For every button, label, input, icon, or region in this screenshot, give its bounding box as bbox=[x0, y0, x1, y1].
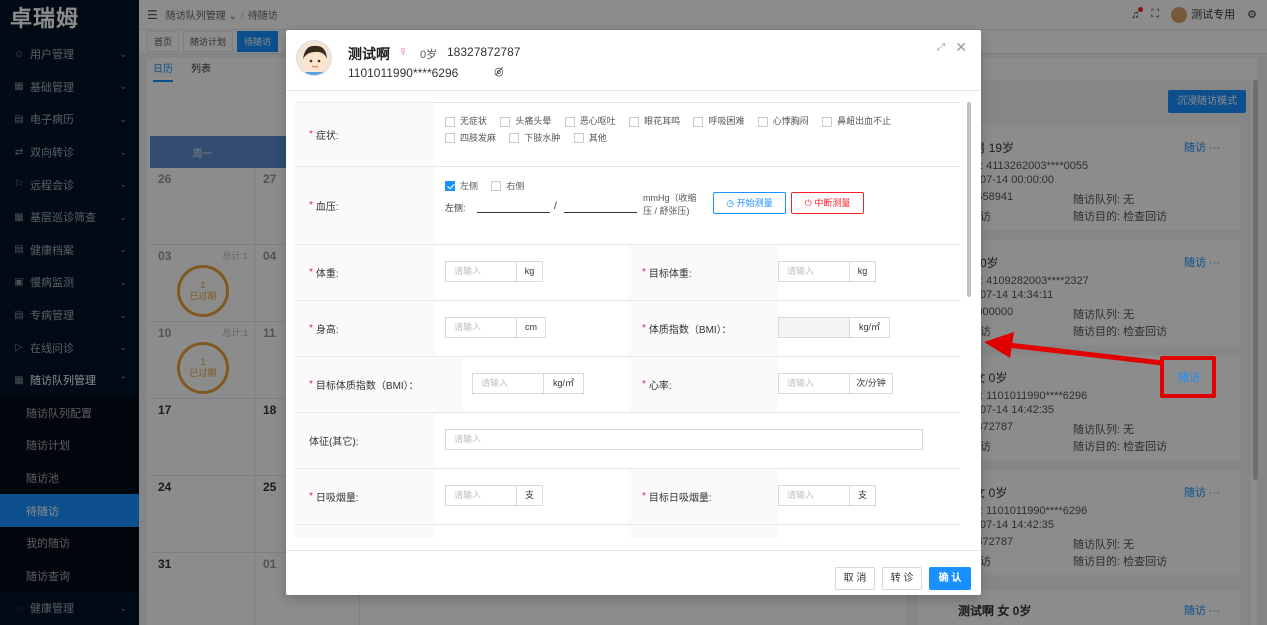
start-measure-button[interactable]: ◷ 开始测量 bbox=[713, 192, 786, 214]
form-row-other-signs: 体征(其它): 请输入 bbox=[295, 413, 960, 469]
bmi-input bbox=[778, 317, 850, 338]
checkbox-symptom[interactable]: 眼花耳鸣 bbox=[629, 114, 680, 129]
form-row-height: * 身高: 请输入 cm * 体质指数（BMI）： kg/㎡ bbox=[295, 301, 960, 357]
patient-phone: 18327872787 bbox=[447, 45, 521, 59]
cancel-button[interactable]: 取 消 bbox=[835, 567, 875, 590]
power-icon: ⏻ bbox=[804, 198, 812, 208]
checkbox-symptom[interactable]: 其他 bbox=[573, 131, 607, 146]
weight-input[interactable]: 请输入 bbox=[445, 261, 517, 282]
checkbox-symptom[interactable]: 恶心呕吐 bbox=[564, 114, 616, 129]
eye-hide-icon[interactable]: ◎̸ bbox=[494, 65, 504, 78]
patient-id-number: 1101011990****6296 bbox=[348, 66, 459, 80]
patient-avatar bbox=[296, 40, 332, 76]
checkbox-bp-right[interactable]: 右侧 bbox=[491, 179, 524, 192]
clock-icon: ◷ bbox=[726, 198, 735, 208]
patient-name: 测试啊 bbox=[348, 46, 390, 62]
form-row-symptoms: * 症状: 无症状 头痛头晕 恶心呕吐 眼花耳鸣 呼吸困难 心悸胸闷 鼻衄出血不止… bbox=[295, 103, 960, 167]
form-row-next bbox=[295, 525, 960, 538]
checkbox-symptom[interactable]: 头痛头晕 bbox=[500, 114, 551, 129]
confirm-button[interactable]: 确 认 bbox=[929, 567, 971, 590]
annotation-highlight-box bbox=[1160, 356, 1216, 398]
systolic-input[interactable] bbox=[477, 212, 550, 213]
followup-dialog: 测试啊 ♀ 0岁 18327872787 1101011990****6296 … bbox=[286, 30, 981, 595]
expand-icon[interactable]: ⤢ bbox=[937, 42, 945, 53]
form-row-smoking: * 日吸烟量: 请输入 支 * 目标日吸烟量: 请输入 支 bbox=[295, 469, 960, 525]
height-input[interactable]: 请输入 bbox=[445, 317, 517, 338]
checkbox-symptom[interactable]: 下肢水肿 bbox=[509, 131, 560, 146]
female-icon: ♀ bbox=[398, 43, 409, 59]
form-row-blood-pressure: * 血压: 左侧 右侧 左侧: / mmHg（收缩压 / 舒张压) ◷ 开始测量 … bbox=[295, 167, 960, 245]
form-row-weight: * 体重: 请输入 kg * 目标体重: 请输入 kg bbox=[295, 245, 960, 301]
dialog-scrollbar[interactable] bbox=[967, 102, 971, 297]
checkbox-symptom[interactable]: 四肢发麻 bbox=[445, 131, 496, 146]
close-icon[interactable]: ✕ bbox=[955, 39, 967, 56]
annotation-arrow-icon bbox=[984, 332, 1163, 366]
checkbox-symptom[interactable]: 无症状 bbox=[445, 114, 487, 129]
smoking-input[interactable]: 请输入 bbox=[445, 485, 517, 506]
other-signs-input[interactable]: 请输入 bbox=[445, 429, 923, 450]
followup-form: * 症状: 无症状 头痛头晕 恶心呕吐 眼花耳鸣 呼吸困难 心悸胸闷 鼻衄出血不止… bbox=[295, 102, 960, 538]
target-smoking-input[interactable]: 请输入 bbox=[778, 485, 850, 506]
form-row-target-bmi: * 目标体质指数（BMI）： 请输入 kg/㎡ * 心率: 请输入 次/分钟 bbox=[295, 357, 960, 413]
target-bmi-input[interactable]: 请输入 bbox=[472, 373, 544, 394]
heart-rate-input[interactable]: 请输入 bbox=[778, 373, 850, 394]
checkbox-symptom[interactable]: 鼻衄出血不止 bbox=[822, 114, 891, 129]
transfer-button[interactable]: 转 诊 bbox=[882, 567, 922, 590]
checkbox-bp-left[interactable]: 左侧 bbox=[445, 179, 478, 192]
checkbox-symptom[interactable]: 呼吸困难 bbox=[693, 114, 744, 129]
diastolic-input[interactable] bbox=[564, 212, 637, 213]
stop-measure-button[interactable]: ⏻ 中断测量 bbox=[791, 192, 864, 214]
checkbox-symptom[interactable]: 心悸胸闷 bbox=[757, 114, 809, 129]
target-weight-input[interactable]: 请输入 bbox=[778, 261, 850, 282]
patient-age: 0岁 bbox=[420, 49, 438, 61]
